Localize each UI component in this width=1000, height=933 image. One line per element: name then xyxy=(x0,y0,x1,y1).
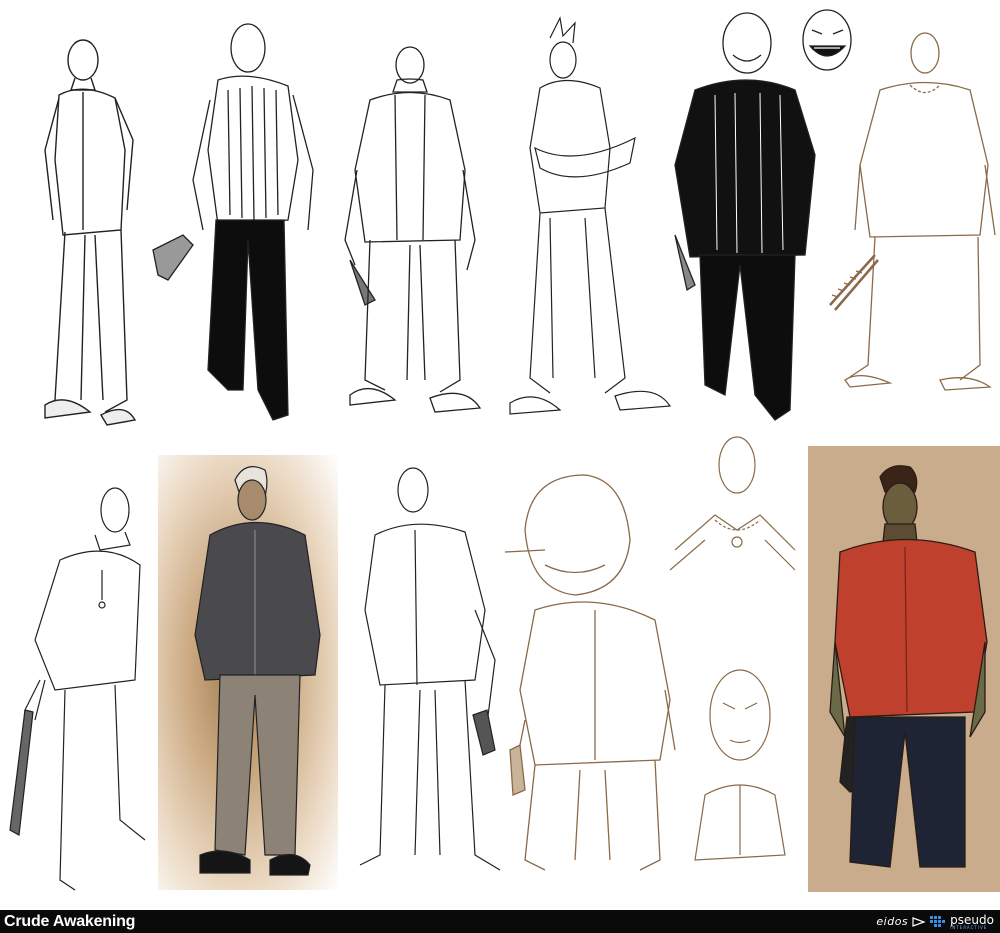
arrow-icon xyxy=(912,916,926,927)
dots-grid-icon xyxy=(930,915,946,927)
footer-bar: Crude Awakening eidos pseudo INTERACTIVE xyxy=(0,910,1000,933)
sketch-cartoon-big-head-pistol xyxy=(504,470,680,890)
publisher-logo: eidos xyxy=(876,915,909,928)
sketch-spiky-hair-man-arms-crossed xyxy=(505,16,675,418)
page-title: Crude Awakening xyxy=(4,912,136,930)
sketch-bald-man-chain-bust xyxy=(665,430,800,600)
sketch-man-open-shirt xyxy=(35,20,140,430)
sketch-man-jacket-knife xyxy=(335,30,485,420)
footer-logos: eidos pseudo INTERACTIVE xyxy=(876,914,1000,930)
studio-logo-text: pseudo xyxy=(950,912,994,927)
sketch-man-chain-spiked-bat xyxy=(829,15,996,395)
studio-logo: pseudo INTERACTIVE xyxy=(950,914,994,930)
sketch-bald-man-pistol xyxy=(355,460,505,890)
sketch-bald-man-striped-shirt-pistol xyxy=(148,10,323,430)
studio-logo-subtext: INTERACTIVE xyxy=(950,924,988,930)
painted-man-black-jacket xyxy=(190,455,325,885)
painted-man-red-shirt-pistol xyxy=(825,462,990,882)
sketch-bald-man-face-bust xyxy=(685,665,795,885)
sketch-man-shotgun xyxy=(5,480,155,900)
concept-art-sheet xyxy=(0,0,1000,910)
